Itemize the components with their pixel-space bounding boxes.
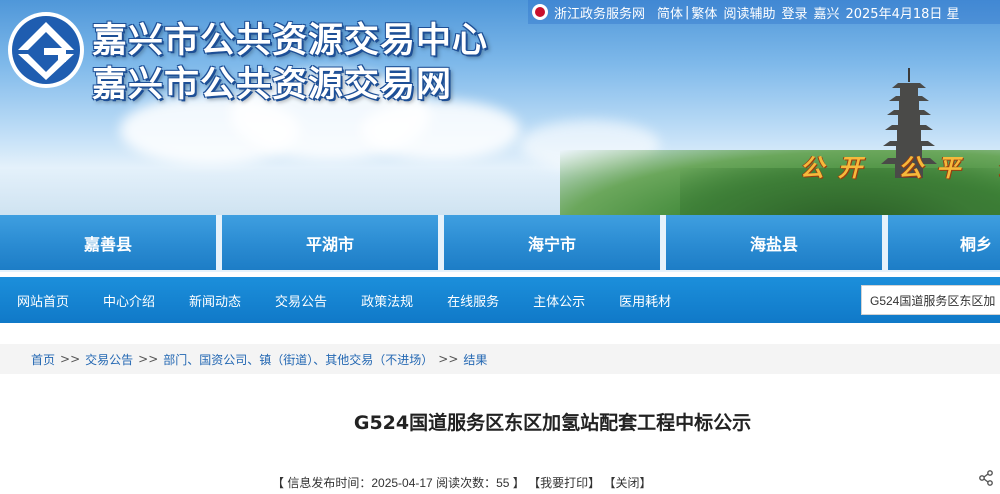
breadcrumb-separator: >> [138,352,159,366]
traditional-chinese-link[interactable]: 繁体 [691,3,717,22]
lang-separator: | [685,4,690,20]
city-tab-jiashan[interactable]: 嘉善县 [0,215,216,270]
nav-item-online-services[interactable]: 在线服务 [447,291,499,310]
cloud-decoration [360,100,520,160]
nav-item-medical-supplies[interactable]: 医用耗材 [619,291,671,310]
city-tab-tongxiang[interactable]: 桐乡 [888,215,1000,270]
city-tab-haining[interactable]: 海宁市 [444,215,660,270]
search-input[interactable]: G524国道服务区东区加 [861,285,1000,315]
site-title-secondary: 嘉兴市公共资源交易网 [92,65,453,105]
close-button[interactable]: 【关闭】 [604,476,652,490]
gov-service-link[interactable]: 浙江政务服务网 [554,3,645,22]
login-link[interactable]: 登录 [781,3,807,22]
site-logo-icon [8,12,84,88]
city-tab-haiyan[interactable]: 海盐县 [666,215,882,270]
breadcrumb-category[interactable]: 部门、国资公司、镇（街道）、其他交易（不进场） [163,351,433,368]
date-label: 2025年4月18日 星 [845,6,960,22]
share-icon[interactable] [978,470,994,486]
gov-service-icon[interactable] [532,4,548,20]
print-button[interactable]: 【我要打印】 [528,476,600,490]
article-meta: 【 信息发布时间：2025-04-17 阅读次数：55 】 【我要打印】 【关闭… [272,474,652,491]
article-title: G524国道服务区东区加氢站配套工程中标公示 [353,412,752,434]
meta-close-bracket: 】 [509,476,525,490]
nav-item-entity-disclosure[interactable]: 主体公示 [533,291,585,310]
breadcrumb-separator: >> [438,352,459,366]
nav-item-about[interactable]: 中心介绍 [103,291,155,310]
breadcrumb: 首页 >> 交易公告 >> 部门、国资公司、镇（街道）、其他交易（不进场） >>… [0,344,1000,374]
city-tab-pinghu[interactable]: 平湖市 [222,215,438,270]
views-label: 阅读次数： [436,476,497,490]
publish-time-value: 2025-04-17 [371,476,433,490]
nav-item-home[interactable]: 网站首页 [17,291,69,310]
views-count: 55 [496,476,510,490]
breadcrumb-announcements[interactable]: 交易公告 [85,351,133,368]
breadcrumb-results[interactable]: 结果 [463,351,487,368]
city-label: 嘉兴 [813,6,840,22]
reading-aid-link[interactable]: 阅读辅助 [723,3,775,22]
main-nav: 网站首页 中心介绍 新闻动态 交易公告 政策法规 在线服务 主体公示 医用耗材 … [0,277,1000,323]
nav-item-news[interactable]: 新闻动态 [189,291,241,310]
breadcrumb-home[interactable]: 首页 [31,351,55,368]
city-tab-row: 嘉善县 平湖市 海宁市 海盐县 桐乡 [0,215,1000,272]
simplified-chinese-link[interactable]: 简体 [657,3,683,22]
slogan-text: 公开 公平 公 [800,153,1000,182]
nav-item-policies[interactable]: 政策法规 [361,291,413,310]
publish-time-label: 【 信息发布时间： [272,476,372,490]
header-banner: 嘉兴市公共资源交易中心 嘉兴市公共资源交易网 浙江政务服务网 简体 | 繁体 阅… [0,0,1000,215]
nav-item-announcements[interactable]: 交易公告 [275,291,327,310]
top-utility-bar: 浙江政务服务网 简体 | 繁体 阅读辅助 登录 嘉兴 2025年4月18日 星 [528,0,1000,24]
breadcrumb-separator: >> [60,352,81,366]
